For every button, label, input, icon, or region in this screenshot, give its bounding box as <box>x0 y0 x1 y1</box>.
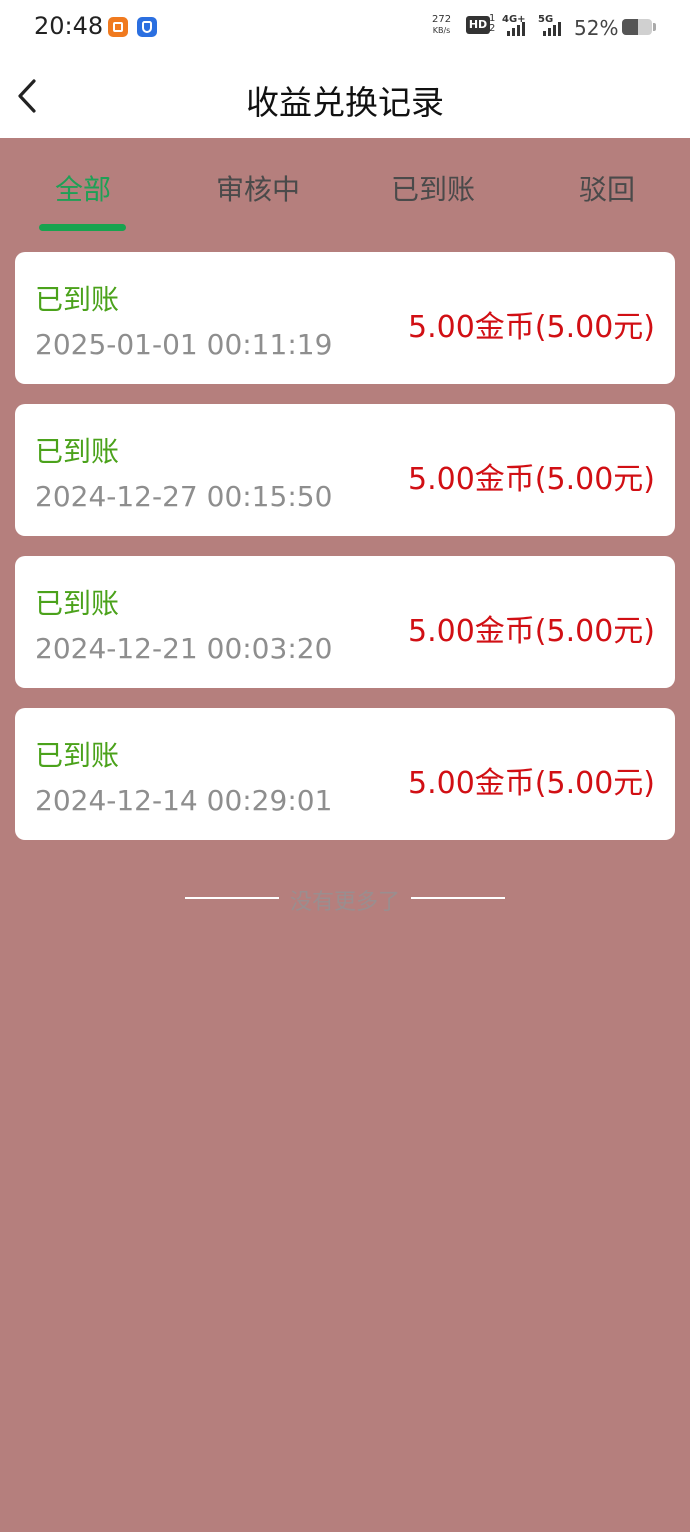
hd-sub-label: 1 2 <box>489 13 496 34</box>
record-amount: 5.00金币(5.00元) <box>407 614 655 649</box>
record-date: 2024-12-14 00:29:01 <box>35 784 333 817</box>
tab-all[interactable]: 全部 <box>23 168 143 208</box>
record-status: 已到账 <box>35 283 120 316</box>
record-amount: 5.00金币(5.00元) <box>407 310 655 345</box>
network-speed: 272 KB/s <box>432 14 451 36</box>
record-status: 已到账 <box>35 739 120 772</box>
record-date: 2024-12-27 00:15:50 <box>35 480 333 513</box>
record-date: 2024-12-21 00:03:20 <box>35 632 333 665</box>
status-bar: 20:48 272 KB/s HD 1 2 4G+ 5G 52% <box>0 0 690 56</box>
active-tab-indicator <box>39 224 126 231</box>
divider-right <box>411 897 505 899</box>
status-time: 20:48 <box>34 12 104 40</box>
record-date: 2025-01-01 00:11:19 <box>35 328 333 361</box>
hd-icon: HD <box>466 16 490 34</box>
network-speed-unit: KB/s <box>432 26 451 35</box>
app-header: 收益兑换记录 <box>0 56 690 138</box>
battery-percent: 52% <box>574 16 619 40</box>
tab-rejected[interactable]: 驳回 <box>547 168 667 208</box>
sim2-signal-icon <box>543 22 561 36</box>
record-card[interactable]: 已到账 2024-12-14 00:29:01 5.00金币(5.00元) <box>15 708 675 840</box>
record-status: 已到账 <box>35 587 120 620</box>
page-title: 收益兑换记录 <box>246 83 444 122</box>
network-speed-value: 272 <box>432 14 452 25</box>
record-amount: 5.00金币(5.00元) <box>407 766 655 801</box>
record-card[interactable]: 已到账 2024-12-21 00:03:20 5.00金币(5.00元) <box>15 556 675 688</box>
sim1-signal-icon <box>507 22 525 36</box>
battery-tip <box>653 23 656 31</box>
no-more-indicator: 没有更多了 <box>0 880 690 916</box>
battery-icon <box>622 19 652 35</box>
record-amount: 5.00金币(5.00元) <box>407 462 655 497</box>
no-more-text: 没有更多了 <box>289 890 400 915</box>
shield-app-icon <box>137 17 157 37</box>
record-card[interactable]: 已到账 2025-01-01 00:11:19 5.00金币(5.00元) <box>15 252 675 384</box>
record-status: 已到账 <box>35 435 120 468</box>
home-app-icon <box>108 17 128 37</box>
tab-received[interactable]: 已到账 <box>373 168 493 208</box>
record-card[interactable]: 已到账 2024-12-27 00:15:50 5.00金币(5.00元) <box>15 404 675 536</box>
tab-bar: 全部 审核中 已到账 驳回 <box>0 138 690 238</box>
tab-reviewing[interactable]: 审核中 <box>198 168 318 208</box>
